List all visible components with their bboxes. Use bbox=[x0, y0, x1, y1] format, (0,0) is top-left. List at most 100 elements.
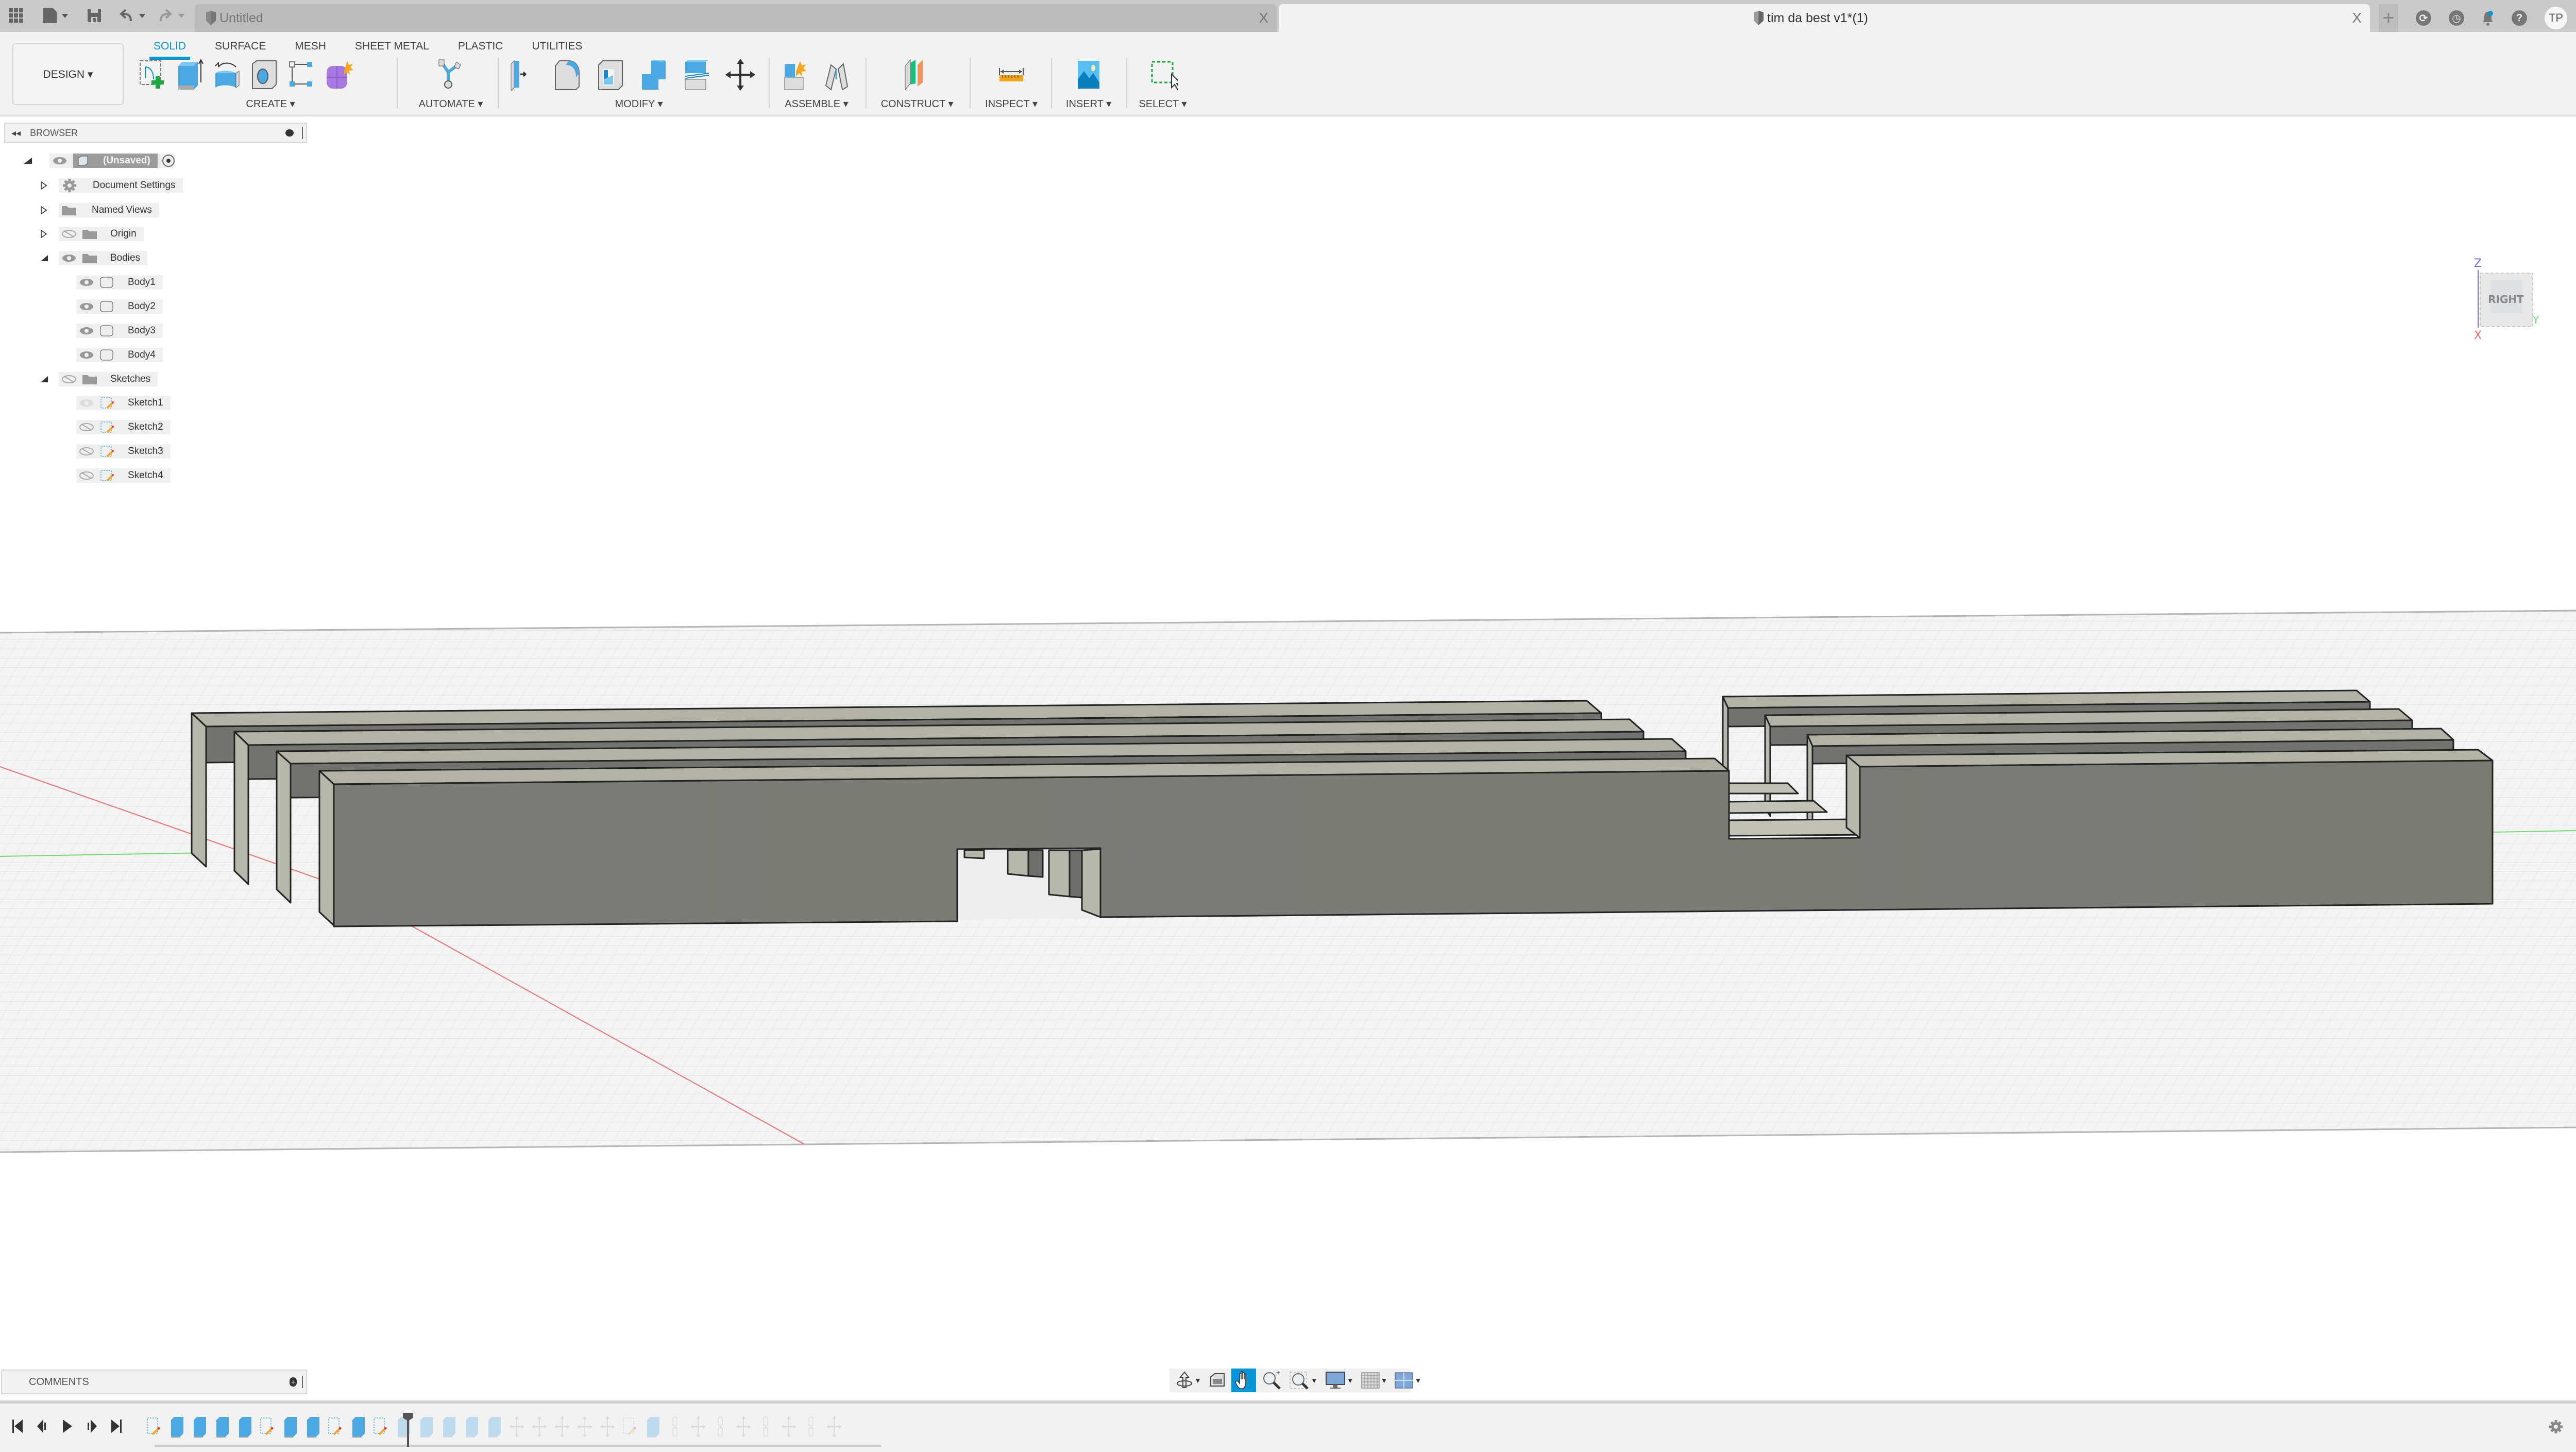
automate-menu[interactable]: AUTOMATE ▾ bbox=[407, 97, 495, 110]
notifications-bell-icon[interactable] bbox=[2482, 10, 2494, 26]
file-menu-icon[interactable] bbox=[42, 6, 69, 25]
select-box-icon[interactable] bbox=[1148, 59, 1178, 91]
model-canvas[interactable] bbox=[0, 116, 2576, 1391]
create-menu[interactable]: CREATE ▾ bbox=[149, 97, 392, 110]
create-form-icon[interactable] bbox=[324, 59, 353, 91]
go-to-start-button[interactable] bbox=[10, 1417, 25, 1436]
browser-root[interactable]: (Unsaved) bbox=[23, 154, 175, 168]
tab-surface[interactable]: SURFACE bbox=[200, 35, 280, 58]
timeline-feature-sketch[interactable] bbox=[327, 1416, 344, 1438]
expand-triangle-icon[interactable] bbox=[40, 181, 47, 190]
hole-icon[interactable] bbox=[249, 59, 279, 91]
3d-viewport[interactable]: Z RIGHT X Y bbox=[0, 116, 2576, 1391]
move-copy-icon[interactable] bbox=[725, 59, 755, 91]
timeline-feature-joint[interactable] bbox=[803, 1416, 820, 1438]
hidden-eye-icon[interactable] bbox=[62, 230, 76, 238]
tab-sheet-metal[interactable]: SHEET METAL bbox=[341, 35, 444, 58]
extrude-icon[interactable] bbox=[175, 59, 205, 91]
timeline-feature-joint[interactable] bbox=[712, 1416, 730, 1438]
create-sketch-icon[interactable] bbox=[138, 59, 168, 91]
timeline-feature-move[interactable] bbox=[689, 1416, 707, 1438]
orbit-button[interactable]: ▼ bbox=[1174, 1369, 1204, 1392]
look-at-button[interactable] bbox=[1207, 1369, 1228, 1392]
comments-resize-handle[interactable] bbox=[302, 1376, 303, 1388]
job-status-icon[interactable]: ⟳ bbox=[2416, 10, 2431, 26]
apps-grid-icon[interactable] bbox=[8, 6, 24, 25]
visibility-eye-icon[interactable] bbox=[79, 351, 94, 359]
construct-menu[interactable]: CONSTRUCT ▾ bbox=[871, 97, 963, 110]
modify-menu[interactable]: MODIFY ▾ bbox=[505, 97, 773, 110]
combine-icon[interactable] bbox=[639, 59, 669, 91]
inspect-menu[interactable]: INSPECT ▾ bbox=[974, 97, 1049, 110]
root-component-badge[interactable]: (Unsaved) bbox=[73, 154, 158, 168]
insert-canvas-icon[interactable] bbox=[1074, 59, 1104, 91]
go-to-end-button[interactable] bbox=[109, 1417, 124, 1436]
measure-icon[interactable] bbox=[996, 59, 1026, 91]
select-menu[interactable]: SELECT ▾ bbox=[1129, 97, 1196, 110]
play-button[interactable] bbox=[60, 1417, 74, 1436]
browser-item-sketches[interactable]: Sketches bbox=[40, 372, 158, 386]
viewcube-face-label[interactable]: RIGHT bbox=[2488, 293, 2524, 306]
timeline-settings-gear-icon[interactable] bbox=[2548, 1419, 2564, 1434]
timeline-marker[interactable] bbox=[407, 1414, 409, 1447]
browser-item-origin[interactable]: Origin bbox=[40, 227, 144, 241]
timeline-feature-move[interactable] bbox=[780, 1416, 798, 1438]
tab-mesh[interactable]: MESH bbox=[280, 35, 341, 58]
visibility-eye-icon[interactable] bbox=[79, 399, 94, 407]
timeline-feature-extrude[interactable] bbox=[281, 1416, 299, 1438]
visibility-eye-icon[interactable] bbox=[62, 254, 76, 262]
timeline-feature-move[interactable] bbox=[508, 1416, 526, 1438]
hidden-eye-icon[interactable] bbox=[79, 471, 94, 480]
timeline-feature-extrude[interactable] bbox=[349, 1416, 367, 1438]
tab-solid[interactable]: SOLID bbox=[139, 35, 200, 60]
expand-triangle-icon[interactable] bbox=[40, 206, 47, 215]
fillet-icon[interactable] bbox=[552, 59, 582, 91]
timeline-feature-extrude[interactable] bbox=[644, 1416, 662, 1438]
timeline-feature-extrude[interactable] bbox=[440, 1416, 457, 1438]
browser-resize-handle[interactable] bbox=[302, 127, 303, 139]
new-component-icon[interactable] bbox=[782, 59, 811, 91]
visibility-eye-icon[interactable] bbox=[79, 278, 94, 286]
timeline-feature-extrude[interactable] bbox=[213, 1416, 231, 1438]
body-front-plate[interactable] bbox=[318, 749, 2494, 927]
zoom-button[interactable]: ± bbox=[1259, 1369, 1284, 1392]
viewcube[interactable]: Z RIGHT X Y bbox=[2473, 256, 2539, 342]
browser-item-sketch4[interactable]: Sketch4 bbox=[76, 468, 171, 483]
browser-item-sketch3[interactable]: Sketch3 bbox=[76, 444, 171, 459]
browser-item-body2[interactable]: Body2 bbox=[76, 299, 163, 314]
hidden-eye-icon[interactable] bbox=[79, 423, 94, 431]
timeline-feature-move[interactable] bbox=[576, 1416, 594, 1438]
close-tab-button[interactable]: X bbox=[2352, 10, 2362, 26]
timeline-feature-move[interactable] bbox=[735, 1416, 752, 1438]
timeline-feature-extrude[interactable] bbox=[168, 1416, 185, 1438]
viewports-button[interactable]: ▼ bbox=[1393, 1369, 1423, 1392]
assemble-menu[interactable]: ASSEMBLE ▾ bbox=[773, 97, 860, 110]
timeline-feature-extrude[interactable] bbox=[417, 1416, 435, 1438]
timeline-feature-sketch[interactable] bbox=[145, 1416, 163, 1438]
pattern-icon[interactable] bbox=[286, 59, 316, 91]
help-icon[interactable]: ? bbox=[2512, 10, 2527, 26]
document-tab-untitled[interactable]: Untitled X bbox=[195, 4, 1277, 32]
browser-pin-icon[interactable] bbox=[285, 129, 294, 137]
user-avatar[interactable]: TP bbox=[2545, 7, 2567, 29]
document-tab-active[interactable]: tim da best v1*(1) X bbox=[1279, 4, 2370, 32]
collapse-triangle-icon[interactable] bbox=[40, 375, 48, 383]
history-clock-icon[interactable]: ◷ bbox=[2449, 10, 2464, 26]
workspace-switcher[interactable]: DESIGN ▾ bbox=[12, 43, 124, 105]
shell-icon[interactable] bbox=[596, 59, 625, 91]
tab-utilities[interactable]: UTILITIES bbox=[517, 35, 597, 58]
timeline-feature-extrude[interactable] bbox=[485, 1416, 503, 1438]
browser-item-bodies[interactable]: Bodies bbox=[40, 251, 148, 265]
timeline-feature-move[interactable] bbox=[531, 1416, 548, 1438]
timeline-feature-extrude[interactable] bbox=[236, 1416, 253, 1438]
timeline-feature-sketch[interactable] bbox=[372, 1416, 389, 1438]
step-back-button[interactable] bbox=[35, 1417, 49, 1436]
hidden-eye-icon[interactable] bbox=[62, 375, 76, 383]
timeline-feature-extrude[interactable] bbox=[191, 1416, 208, 1438]
offset-face-icon[interactable] bbox=[682, 59, 712, 91]
press-pull-icon[interactable] bbox=[509, 59, 539, 91]
timeline-feature-move[interactable] bbox=[599, 1416, 616, 1438]
expand-triangle-icon[interactable] bbox=[40, 229, 47, 239]
expand-triangle-icon[interactable] bbox=[23, 157, 34, 165]
new-tab-button[interactable]: + bbox=[2379, 4, 2398, 32]
